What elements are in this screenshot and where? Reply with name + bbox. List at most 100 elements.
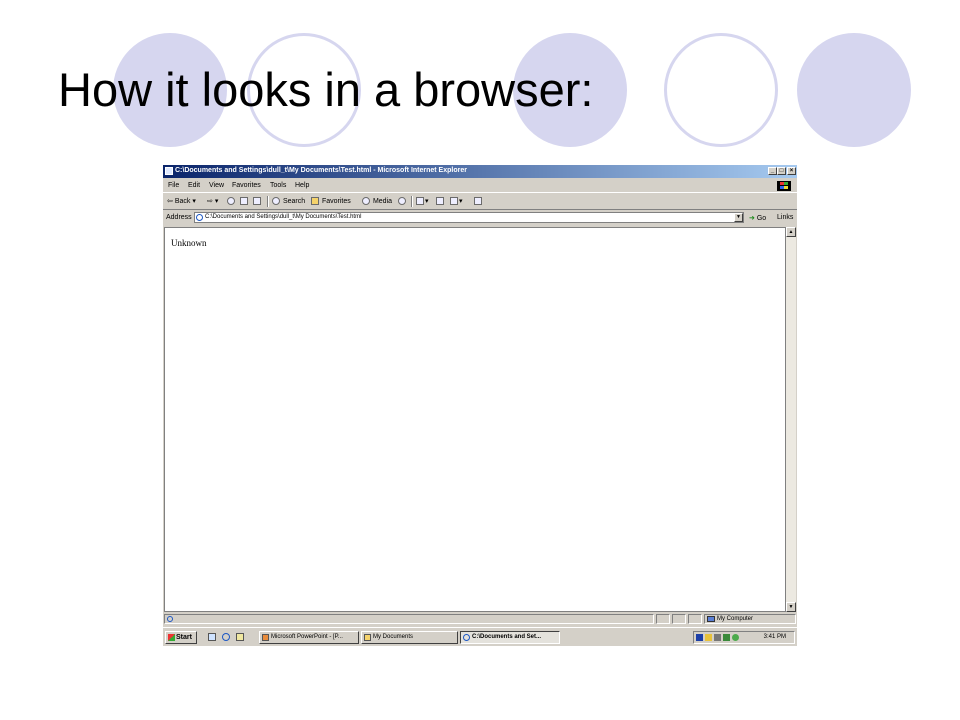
status-bar: My Computer <box>163 613 797 625</box>
media-player-icon[interactable] <box>696 634 703 641</box>
taskbar-button-label: C:\Documents and Set... <box>472 634 542 640</box>
scroll-up-button[interactable]: ▲ <box>786 227 796 237</box>
menu-edit[interactable]: Edit <box>188 182 200 189</box>
taskbar-button-label: My Documents <box>373 634 414 640</box>
menu-view[interactable]: View <box>209 182 224 189</box>
history-icon <box>398 197 406 205</box>
media-button[interactable]: Media <box>362 197 392 205</box>
address-value: C:\Documents and Settings\dull_t\My Docu… <box>205 214 362 220</box>
maximize-button[interactable]: □ <box>777 167 786 175</box>
windows-logo-icon <box>168 634 175 641</box>
print-icon <box>436 197 444 205</box>
forward-arrow-icon: ⇨ <box>207 198 213 205</box>
my-computer-icon <box>707 616 715 622</box>
folder-icon <box>364 634 371 641</box>
back-label: Back <box>174 198 191 205</box>
back-button[interactable]: ⇦ Back ▾ <box>167 197 196 205</box>
status-zone-label: My Computer <box>717 616 754 622</box>
window-title: C:\Documents and Settings\dull_t\My Docu… <box>175 167 467 174</box>
start-button[interactable]: Start <box>165 631 197 644</box>
stop-button[interactable] <box>227 197 236 205</box>
favorites-icon <box>311 197 319 205</box>
pencil-icon[interactable] <box>705 634 712 641</box>
chevron-down-icon: ▾ <box>192 198 196 205</box>
powerpoint-icon <box>262 634 269 641</box>
minimize-button[interactable]: _ <box>768 167 777 175</box>
windows-logo-icon <box>777 181 791 191</box>
status-extra-cell <box>688 614 702 624</box>
slide-title: How it looks in a browser: <box>58 63 594 116</box>
favorites-button[interactable]: Favorites <box>311 197 351 205</box>
search-icon <box>272 197 280 205</box>
taskbar-button-browser[interactable]: C:\Documents and Set... <box>460 631 560 644</box>
history-button[interactable] <box>398 197 407 205</box>
menu-file[interactable]: File <box>168 182 179 189</box>
mail-icon <box>416 197 424 206</box>
search-label: Search <box>282 197 306 205</box>
ie-icon <box>167 616 173 622</box>
status-zone: My Computer <box>704 614 796 624</box>
status-progress-cell <box>656 614 670 624</box>
status-text-cell <box>164 614 654 624</box>
menu-tools[interactable]: Tools <box>270 182 286 189</box>
page-icon <box>196 214 203 221</box>
go-label: Go <box>756 215 767 222</box>
address-bar: Address C:\Documents and Settings\dull_t… <box>163 211 797 225</box>
home-button[interactable] <box>253 197 262 205</box>
taskbar-button-label: Microsoft PowerPoint - [P... <box>271 634 343 640</box>
vertical-scrollbar[interactable]: ▲ ▼ <box>786 227 796 612</box>
search-button[interactable]: Search <box>272 197 305 205</box>
messenger-icon[interactable] <box>732 634 739 641</box>
taskbar-button-my-documents[interactable]: My Documents <box>361 631 458 644</box>
ie-icon <box>165 167 173 175</box>
page-content-text: Unknown <box>171 238 207 248</box>
close-button[interactable]: × <box>787 167 796 175</box>
status-secure-cell <box>672 614 686 624</box>
chevron-down-icon: ▾ <box>214 198 219 205</box>
network-icon[interactable] <box>723 634 730 641</box>
refresh-button[interactable] <box>240 197 249 205</box>
mail-button[interactable]: ▾ <box>416 197 429 206</box>
edit-button[interactable]: ▾ <box>450 197 463 206</box>
back-arrow-icon: ⇦ <box>167 198 173 205</box>
links-button[interactable]: Links <box>777 214 793 221</box>
decor-circle-5 <box>797 33 911 147</box>
stop-icon <box>227 197 235 205</box>
standard-toolbar: ⇦ Back ▾ ⇨ ▾ Search Favorites Media ▾ ▾ <box>163 194 797 210</box>
ie-icon <box>463 634 470 641</box>
taskbar-button-powerpoint[interactable]: Microsoft PowerPoint - [P... <box>259 631 359 644</box>
discuss-icon <box>474 197 482 205</box>
browser-window: C:\Documents and Settings\dull_t\My Docu… <box>163 165 797 646</box>
page-content[interactable]: Unknown <box>164 227 786 612</box>
show-desktop-icon[interactable] <box>208 633 216 641</box>
window-titlebar[interactable]: C:\Documents and Settings\dull_t\My Docu… <box>163 165 797 178</box>
media-label: Media <box>372 197 393 205</box>
media-icon <box>362 197 370 205</box>
toolbar-separator <box>411 196 413 207</box>
forward-button[interactable]: ⇨ ▾ <box>207 197 218 205</box>
system-tray: 3:41 PM <box>693 631 795 644</box>
decor-circle-4 <box>664 33 778 147</box>
menu-help[interactable]: Help <box>295 182 309 189</box>
ie-quicklaunch-icon[interactable] <box>222 633 230 641</box>
start-label: Start <box>176 634 192 641</box>
refresh-icon <box>240 197 248 205</box>
menu-bar: File Edit View Favorites Tools Help <box>163 180 797 193</box>
home-icon <box>253 197 261 205</box>
taskbar: Start Microsoft PowerPoint - [P... My Do… <box>163 627 797 646</box>
address-label: Address <box>166 214 192 221</box>
address-input[interactable]: C:\Documents and Settings\dull_t\My Docu… <box>194 212 744 223</box>
print-button[interactable] <box>436 197 445 205</box>
go-button[interactable]: ➜ Go <box>749 214 766 222</box>
edit-icon <box>450 197 458 206</box>
menu-favorites[interactable]: Favorites <box>232 182 261 189</box>
favorites-label: Favorites <box>321 197 351 205</box>
scroll-down-button[interactable]: ▼ <box>786 602 796 612</box>
outlook-quicklaunch-icon[interactable] <box>236 633 244 641</box>
discuss-button[interactable] <box>474 197 483 205</box>
taskbar-clock[interactable]: 3:41 PM <box>764 634 786 640</box>
volume-icon[interactable] <box>714 634 721 641</box>
address-dropdown-button[interactable]: ▼ <box>734 213 743 222</box>
go-arrow-icon: ➜ <box>749 215 755 222</box>
toolbar-separator <box>267 196 269 207</box>
